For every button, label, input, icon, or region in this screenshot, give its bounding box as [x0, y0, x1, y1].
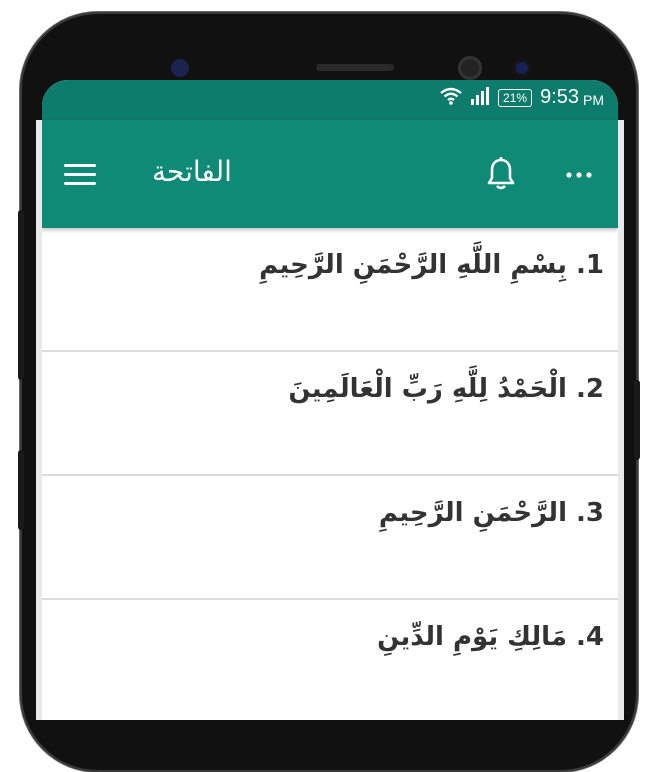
verse-list: 1. بِسْمِ اللَّهِ الرَّحْمَنِ الرَّحِيمِ…	[42, 228, 618, 720]
sensor	[458, 56, 482, 80]
status-time: 9:53	[540, 86, 579, 108]
verse-text: 1. بِسْمِ اللَّهِ الرَّحْمَنِ الرَّحِيمِ	[259, 250, 604, 280]
more-icon[interactable]	[562, 160, 596, 190]
power-button	[634, 380, 640, 460]
screen-edge	[618, 120, 624, 720]
earpiece-speaker	[316, 64, 394, 71]
app-bar: الفاتحة	[42, 120, 618, 228]
verse-text: 3. الرَّحْمَنِ الرَّحِيمِ	[378, 498, 604, 528]
front-camera	[167, 55, 193, 81]
menu-icon[interactable]	[64, 162, 98, 188]
verse-item[interactable]: 2. الْحَمْدُ لِلَّهِ رَبِّ الْعَالَمِينَ	[42, 352, 618, 476]
page-title: الفاتحة	[152, 155, 232, 188]
battery-icon: 21%	[498, 88, 533, 107]
side-button	[18, 210, 24, 380]
verse-text: 2. الْحَمْدُ لِلَّهِ رَبِّ الْعَالَمِينَ	[288, 374, 604, 404]
status-ampm: PM	[583, 91, 604, 108]
screen: 21% 9:53 PM الفاتحة 1. بِسْمِ اللَّهِ ال…	[42, 80, 618, 720]
verse-text: 4. مَالِكِ يَوْمِ الدِّينِ	[377, 622, 604, 652]
bell-icon[interactable]	[486, 156, 516, 192]
signal-icon	[470, 86, 490, 109]
verse-item[interactable]: 3. الرَّحْمَنِ الرَّحِيمِ	[42, 476, 618, 600]
iris-sensor	[513, 59, 531, 77]
side-button	[18, 450, 24, 530]
verse-item[interactable]: 4. مَالِكِ يَوْمِ الدِّينِ	[42, 600, 618, 720]
status-bar: 21% 9:53 PM	[42, 80, 618, 120]
verse-item[interactable]: 1. بِسْمِ اللَّهِ الرَّحْمَنِ الرَّحِيمِ	[42, 228, 618, 352]
wifi-icon	[440, 87, 462, 109]
